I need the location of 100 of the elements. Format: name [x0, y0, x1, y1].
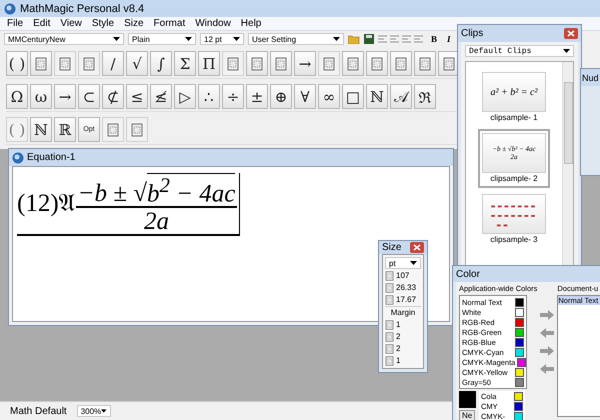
- color-swatch[interactable]: [515, 298, 524, 306]
- template-icon: [443, 56, 455, 70]
- save-icon[interactable]: [364, 34, 374, 44]
- left-arrow-icon[interactable]: [540, 364, 554, 374]
- palette-button[interactable]: Ω: [6, 84, 28, 109]
- palette-button[interactable]: [414, 51, 436, 76]
- panel-title: Clips: [461, 28, 484, 39]
- palette-button[interactable]: [342, 51, 364, 76]
- color-swatch[interactable]: [514, 392, 523, 400]
- dropdown-arrow-icon: [185, 37, 192, 41]
- palette-button[interactable]: ∴: [198, 84, 220, 109]
- palette-button[interactable]: ℕ: [366, 84, 388, 109]
- palette-button[interactable]: →: [294, 51, 316, 76]
- palette-button[interactable]: Π: [198, 51, 220, 76]
- radicand: b$^{2}$ − 4ac: [146, 173, 236, 206]
- color-swatch[interactable]: [515, 338, 524, 346]
- folder-icon[interactable]: [348, 34, 360, 44]
- palette-button[interactable]: ▷: [174, 84, 196, 109]
- margin-value[interactable]: 1: [396, 356, 400, 365]
- close-icon[interactable]: [410, 242, 424, 253]
- menu-item[interactable]: Style: [86, 18, 120, 29]
- palette-button[interactable]: 𝒜: [390, 84, 412, 109]
- size-value[interactable]: 107: [396, 271, 410, 280]
- color-swatch[interactable]: [514, 402, 523, 410]
- template-icon: [395, 56, 407, 70]
- size-value[interactable]: 26.33: [396, 283, 416, 292]
- palette-button[interactable]: ⊂: [78, 84, 100, 109]
- palette-button[interactable]: ⊕: [270, 84, 292, 109]
- font-dropdown[interactable]: MMCenturyNew: [4, 33, 124, 45]
- template-icon: [347, 56, 359, 70]
- color-swatch[interactable]: [515, 348, 524, 356]
- palette-button[interactable]: ≰: [150, 84, 172, 109]
- style-dropdown[interactable]: Plain: [128, 33, 196, 45]
- size-value[interactable]: 17.67: [396, 295, 416, 304]
- palette-button[interactable]: ( ): [6, 51, 28, 76]
- current-color-swatch: [459, 391, 476, 408]
- palette-button[interactable]: /: [102, 51, 124, 76]
- right-arrow-icon[interactable]: [540, 310, 554, 320]
- right-arrow-icon[interactable]: [540, 346, 554, 356]
- size-dropdown[interactable]: 12 pt: [200, 33, 244, 45]
- text-style-button[interactable]: B: [428, 34, 440, 44]
- palette-button[interactable]: ℝ: [54, 117, 76, 142]
- color-swatch[interactable]: [514, 412, 523, 420]
- clip-set-dropdown[interactable]: Default Clips: [465, 45, 574, 57]
- palette-button[interactable]: ∀: [294, 84, 316, 109]
- color-swatch[interactable]: [515, 328, 524, 336]
- template-icon: [131, 122, 143, 136]
- color-swatch[interactable]: [515, 368, 524, 376]
- palette-button[interactable]: [270, 51, 292, 76]
- palette-button[interactable]: [30, 51, 52, 76]
- palette-button[interactable]: ±: [246, 84, 268, 109]
- palette-button[interactable]: [246, 51, 268, 76]
- menu-item[interactable]: File: [2, 18, 28, 29]
- left-arrow-icon[interactable]: [540, 328, 554, 338]
- template-icon: [59, 56, 71, 70]
- color-swatch[interactable]: [515, 378, 524, 386]
- equation[interactable]: (12)𝔄−b ± √b$^{2}$ − 4ac 2a: [17, 173, 240, 236]
- palette-button[interactable]: ω: [30, 84, 52, 109]
- palette-button[interactable]: ≤: [126, 84, 148, 109]
- text-style-button[interactable]: I: [444, 34, 454, 44]
- margin-value[interactable]: 2: [396, 344, 400, 353]
- palette-button[interactable]: ÷: [222, 84, 244, 109]
- denominator: 2a: [144, 208, 170, 234]
- margin-value[interactable]: 1: [396, 320, 400, 329]
- color-swatch[interactable]: [515, 308, 524, 316]
- palette-button[interactable]: ∞: [318, 84, 340, 109]
- color-swatch[interactable]: [517, 358, 526, 366]
- palette-button[interactable]: [366, 51, 388, 76]
- menu-item[interactable]: Size: [119, 18, 149, 29]
- palette-button[interactable]: □: [342, 84, 364, 109]
- status-style: Math Default: [10, 406, 67, 416]
- template-icon: [83, 56, 95, 70]
- menu-item[interactable]: View: [55, 18, 87, 29]
- menu-item[interactable]: Help: [236, 18, 266, 29]
- menu-item[interactable]: Edit: [28, 18, 56, 29]
- align-icons[interactable]: [378, 34, 424, 44]
- margin-value[interactable]: 2: [396, 332, 400, 341]
- setting-dropdown[interactable]: User Setting: [248, 33, 344, 45]
- template-icon: [227, 56, 239, 70]
- unit-dropdown[interactable]: pt: [385, 257, 421, 269]
- menu-item[interactable]: Format: [148, 18, 190, 29]
- palette-button[interactable]: ℜ: [414, 84, 436, 109]
- palette-button[interactable]: →: [54, 84, 76, 109]
- close-icon[interactable]: [564, 28, 578, 39]
- panel-title: Nud: [582, 72, 599, 82]
- dropdown-arrow-icon: [101, 409, 107, 413]
- zoom-dropdown[interactable]: 300%: [76, 405, 111, 417]
- app-icon: [4, 2, 16, 14]
- palette-button[interactable]: √: [126, 51, 148, 76]
- palette-button[interactable]: ∫: [150, 51, 172, 76]
- menu-item[interactable]: Window: [190, 18, 236, 29]
- new-button[interactable]: Ne: [459, 410, 476, 420]
- palette-button[interactable]: ℕ: [30, 117, 52, 142]
- palette-button[interactable]: Σ: [174, 51, 196, 76]
- color-swatch[interactable]: [515, 318, 524, 326]
- template-icon: [251, 56, 263, 70]
- palette-button[interactable]: [390, 51, 412, 76]
- template-icon: [419, 56, 431, 70]
- palette-button[interactable]: ⊄: [102, 84, 124, 109]
- radical-sign: √: [133, 181, 147, 206]
